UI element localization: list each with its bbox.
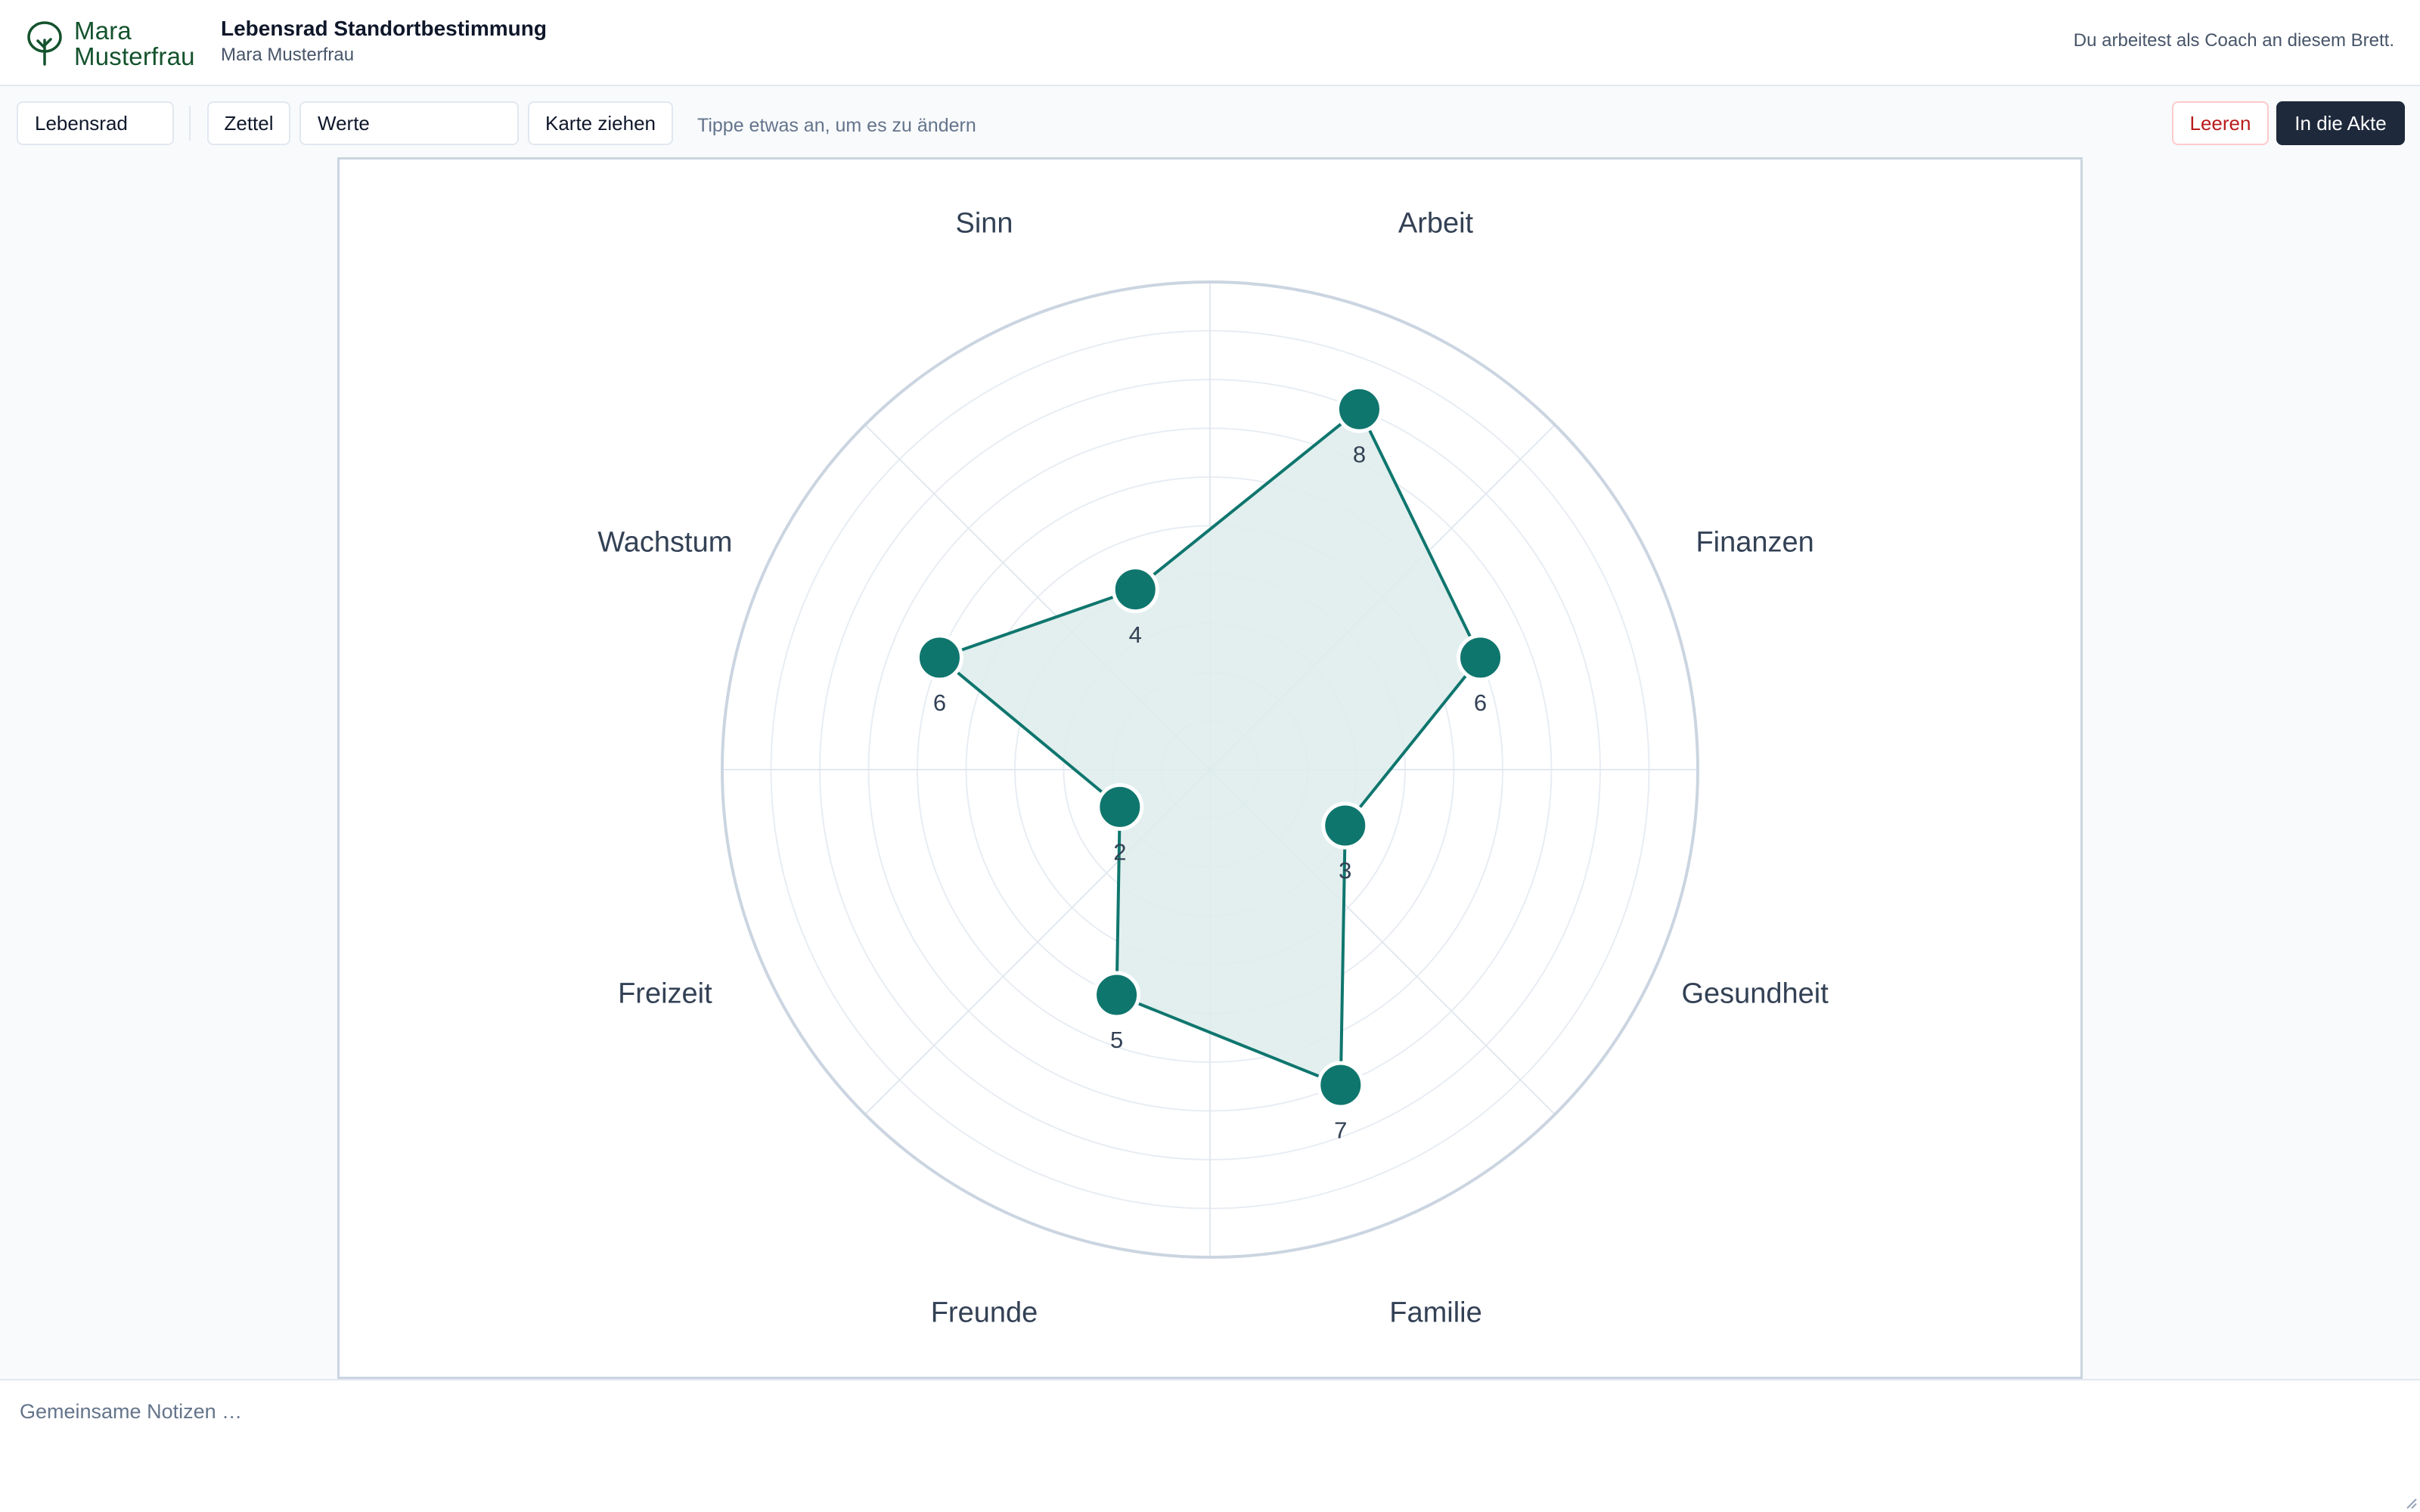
data-label-familie: 7 <box>1334 1117 1347 1143</box>
brand-name: Mara Musterfrau <box>74 18 195 70</box>
axis-label-familie: Familie <box>1389 1297 1481 1329</box>
tree-icon <box>26 20 64 67</box>
life-wheel-chart[interactable]: Arbeit Finanzen Gesundheit Familie Freunde Fr… <box>340 160 2080 1377</box>
toolbar: Lebensrad Zettel Werte Karte ziehen Tipp… <box>0 88 2420 157</box>
draw-card-button[interactable]: Karte ziehen <box>528 101 673 145</box>
axis-label-sinn: Sinn <box>955 207 1013 239</box>
data-point-finanzen[interactable] <box>1457 634 1505 682</box>
resize-handle-icon[interactable] <box>2403 1495 2417 1509</box>
axis-label-arbeit: Arbeit <box>1398 207 1474 239</box>
toolbar-divider <box>189 106 191 141</box>
data-point-freizeit[interactable] <box>1096 782 1144 831</box>
role-info: Du arbeitest als Coach an diesem Brett. <box>2073 30 2394 51</box>
app-header: Mara Musterfrau Lebensrad Standortbestim… <box>0 0 2420 86</box>
note-button[interactable]: Zettel <box>207 101 290 145</box>
tool-select[interactable]: Lebensrad <box>17 101 174 145</box>
data-point-familie[interactable] <box>1317 1061 1365 1109</box>
note-text-input[interactable]: Werte <box>299 101 519 145</box>
axis-label-finanzen: Finanzen <box>1696 527 1813 559</box>
axis-label-gesundheit: Gesundheit <box>1681 978 1829 1010</box>
data-label-arbeit: 8 <box>1353 441 1366 467</box>
data-point-freunde[interactable] <box>1093 971 1141 1019</box>
axis-label-freunde: Freunde <box>931 1297 1038 1329</box>
axis-label-wachstum: Wachstum <box>597 527 732 559</box>
title-block: Lebensrad Standortbestimmung Mara Muster… <box>221 15 547 68</box>
data-point-wachstum[interactable] <box>915 634 963 682</box>
data-point-arbeit[interactable] <box>1335 385 1383 433</box>
shared-notes-field[interactable] <box>0 1379 2420 1512</box>
data-point-sinn[interactable] <box>1111 565 1159 614</box>
client-name: Mara Musterfrau <box>221 45 355 65</box>
axis-label-freizeit: Freizeit <box>618 978 712 1010</box>
brand-logo[interactable]: Mara Musterfrau <box>26 18 195 70</box>
page-title: Lebensrad Standortbestimmung <box>221 17 547 40</box>
data-label-wachstum: 6 <box>933 689 946 716</box>
data-label-freunde: 5 <box>1110 1027 1123 1053</box>
data-point-gesundheit[interactable] <box>1321 801 1370 850</box>
clear-button[interactable]: Leeren <box>2172 101 2269 145</box>
data-label-freizeit: 2 <box>1113 839 1126 866</box>
board-canvas[interactable]: Arbeit Finanzen Gesundheit Familie Freunde Fr… <box>337 157 2083 1379</box>
brand-name-line2: Musterfrau <box>74 42 195 70</box>
data-label-finanzen: 6 <box>1474 689 1487 716</box>
brand-name-line1: Mara <box>74 17 132 45</box>
data-label-gesundheit: 3 <box>1339 857 1351 884</box>
toolbar-hint: Tippe etwas an, um es zu ändern <box>697 115 976 136</box>
data-label-sinn: 4 <box>1129 621 1142 648</box>
save-to-file-button[interactable]: In die Akte <box>2276 101 2405 145</box>
